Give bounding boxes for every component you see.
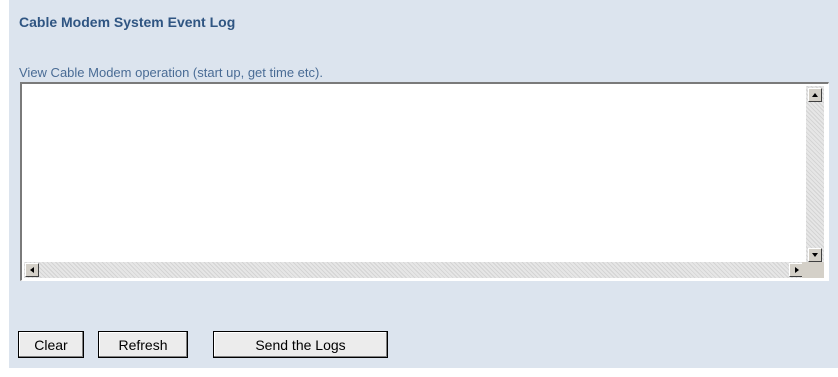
event-log-textarea[interactable] (20, 82, 829, 281)
log-description: View Cable Modem operation (start up, ge… (19, 65, 323, 80)
scroll-down-arrow-icon[interactable] (808, 248, 822, 262)
scroll-left-arrow-icon[interactable] (25, 263, 39, 277)
page-title: Cable Modem System Event Log (19, 14, 236, 30)
scrollbar-corner (802, 262, 824, 278)
event-log-content (22, 84, 802, 262)
horizontal-scrollbar[interactable] (24, 262, 804, 278)
scroll-up-arrow-icon[interactable] (808, 88, 822, 102)
send-logs-button[interactable]: Send the Logs (213, 331, 388, 358)
vertical-scrollbar[interactable] (806, 86, 824, 264)
refresh-button[interactable]: Refresh (98, 331, 188, 358)
clear-button[interactable]: Clear (18, 331, 84, 358)
scroll-right-arrow-icon[interactable] (789, 263, 803, 277)
